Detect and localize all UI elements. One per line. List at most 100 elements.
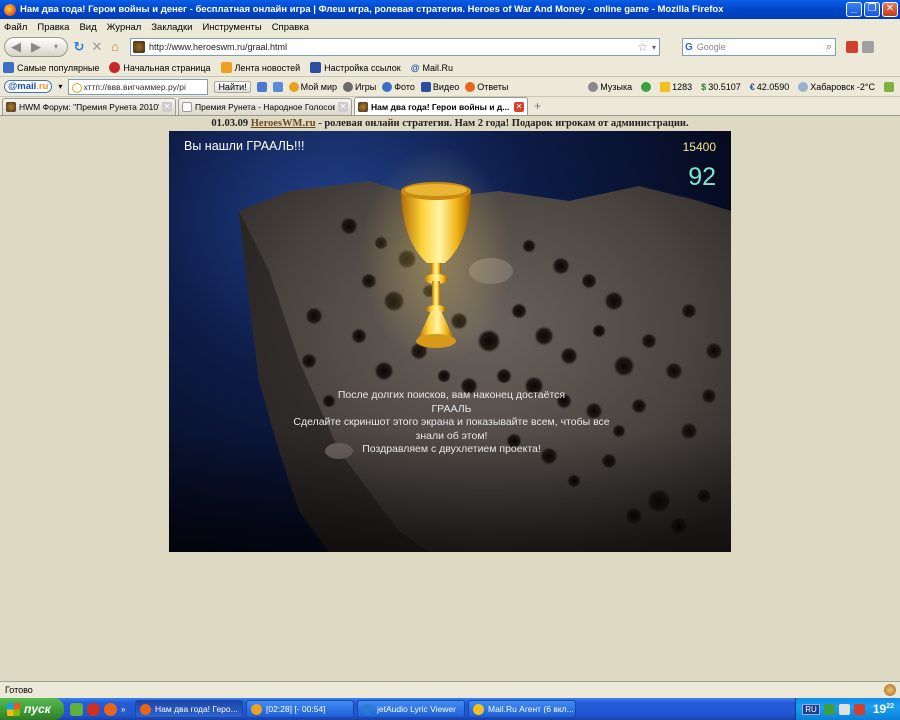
bookmark-news-feed[interactable]: Лента новостей: [220, 62, 300, 73]
new-tab-icon[interactable]: +: [530, 99, 545, 113]
bookmark-most-visited[interactable]: Самые популярные: [3, 62, 99, 73]
quicklaunch-opera-icon[interactable]: [87, 702, 100, 716]
mailru-search-input[interactable]: хттп://ввв.вигчаммер.ру/рі: [68, 78, 209, 95]
taskbar-clock: 1922: [872, 702, 894, 716]
mailru-games[interactable]: Игры: [342, 81, 376, 92]
grail-message: После долгих поисков, вам наконец достаё…: [279, 389, 624, 457]
mailru-my-world[interactable]: Мой мир: [288, 81, 337, 92]
bookmark-mailru[interactable]: @ Mail.Ru: [411, 63, 453, 73]
task-jetaudio-timer[interactable]: [02:28] [- 00:54]: [246, 700, 354, 718]
jetaudio-icon: [251, 703, 262, 715]
addon-status-icon[interactable]: [884, 684, 896, 696]
search-icon[interactable]: ⌕: [826, 41, 832, 54]
tray-volume-icon[interactable]: [838, 703, 850, 715]
mailru-weather[interactable]: Хабаровск -2°C: [798, 81, 875, 92]
lyric-viewer-icon: [362, 703, 373, 715]
stop-icon[interactable]: ✕: [90, 40, 104, 54]
page-banner: 01.03.09 HeroesWM.ru - ролевая онлайн ст…: [0, 118, 900, 129]
games-icon: [342, 81, 353, 92]
menu-view[interactable]: Вид: [79, 22, 96, 33]
maximize-button[interactable]: ❐: [864, 2, 880, 17]
menu-bar: Файл Правка Вид Журнал Закладки Инструме…: [0, 19, 900, 35]
mailru-video[interactable]: Видео: [420, 81, 459, 92]
bookmark-page-icon: [109, 62, 121, 73]
tab-bar: HWM Форум: "Премия Рунета 2010". ... ✕ П…: [0, 97, 900, 116]
my-world-icon: [288, 81, 299, 92]
status-text: Готово: [5, 685, 33, 695]
bookmark-folder-icon: [3, 62, 14, 73]
search-bar[interactable]: G Google ⌕: [682, 38, 836, 56]
video-icon: [420, 81, 431, 92]
task-firefox[interactable]: Нам два года! Геро...: [135, 700, 243, 718]
task-mailru-agent[interactable]: Mail.Ru Агент (6 вкл...: [468, 700, 576, 718]
mailru-at-icon: @: [410, 62, 420, 73]
home-icon[interactable]: ⌂: [108, 40, 122, 54]
quicklaunch-app-icon[interactable]: [70, 702, 83, 716]
mailru-dropdown-icon[interactable]: ▾: [58, 82, 62, 91]
quicklaunch-more-icon[interactable]: »: [121, 702, 129, 716]
menu-tools[interactable]: Инструменты: [202, 22, 261, 33]
menu-edit[interactable]: Правка: [37, 22, 69, 33]
back-arrow-icon[interactable]: ◀: [9, 40, 23, 54]
tab-runet-award[interactable]: Премия Рунета - Народное Голосова... ✕: [178, 98, 352, 115]
addon-icon-2[interactable]: [862, 41, 874, 53]
banner-site-link[interactable]: HeroesWM.ru: [251, 118, 316, 129]
system-tray: RU 1922: [795, 698, 900, 720]
language-indicator[interactable]: RU: [802, 703, 820, 715]
tab-close-icon[interactable]: ✕: [162, 102, 172, 112]
mailru-photo[interactable]: Фото: [382, 81, 415, 92]
banner-text: - ролевая онлайн стратегия. Нам 2 года! …: [318, 118, 689, 129]
message-line: После долгих поисков, вам наконец достаё…: [337, 389, 566, 401]
message-line: ГРААЛЬ: [431, 402, 472, 415]
mailru-music[interactable]: Музыка: [588, 81, 632, 92]
firefox-icon: [4, 3, 16, 16]
search-placeholder: Google: [696, 42, 726, 52]
euro-icon: €: [749, 81, 755, 92]
url-dropdown-icon[interactable]: ▾: [652, 43, 656, 52]
forward-arrow-icon[interactable]: ▶: [29, 40, 43, 54]
mailru-logo[interactable]: @mail.ru: [4, 80, 53, 93]
mailru-calendar-icon[interactable]: [272, 81, 283, 92]
menu-help[interactable]: Справка: [272, 22, 309, 33]
mailru-extra-icon[interactable]: [884, 81, 894, 92]
game-score: 15400: [682, 140, 716, 154]
weather-icon: [798, 81, 809, 92]
mailru-agent-icon: [473, 703, 484, 715]
bookmark-link-settings[interactable]: Настройка ссылок: [310, 62, 401, 73]
mailru-mail-count[interactable]: 1283: [660, 81, 692, 92]
mailru-find-button[interactable]: Найти!: [214, 80, 251, 93]
tray-app-icon[interactable]: [823, 703, 835, 715]
reload-icon[interactable]: ↻: [72, 40, 86, 54]
task-lyric-viewer[interactable]: jetAudio Lyric Viewer: [357, 700, 465, 718]
google-icon[interactable]: G: [685, 42, 693, 53]
music-icon: [588, 81, 599, 92]
menu-history[interactable]: Журнал: [107, 22, 142, 33]
settings-page-icon: [310, 62, 322, 73]
mailru-pencil-icon[interactable]: [256, 81, 267, 92]
history-dropdown-icon[interactable]: ▾: [49, 40, 63, 54]
minimize-button[interactable]: _: [846, 2, 862, 17]
mailru-eur-rate[interactable]: € 42.0590: [750, 82, 790, 92]
bookmark-start-page[interactable]: Начальная страница: [109, 62, 211, 73]
quicklaunch-firefox-icon[interactable]: [104, 702, 117, 716]
game-timer: 92: [688, 163, 716, 191]
address-bar[interactable]: http://www.heroeswm.ru/graal.html ☆ ▾: [130, 38, 660, 56]
tab-hwm-forum[interactable]: HWM Форум: "Премия Рунета 2010". ... ✕: [2, 98, 176, 115]
tab-heroes-graal[interactable]: Нам два года! Герои войны и д... ✕: [354, 97, 528, 115]
tab-favicon-icon: [182, 102, 192, 112]
start-button[interactable]: пуск: [0, 698, 64, 720]
tab-close-icon[interactable]: ✕: [514, 101, 524, 112]
tray-network-icon[interactable]: [853, 703, 865, 715]
answers-icon: [465, 81, 476, 92]
mailru-answers[interactable]: Ответы: [465, 81, 508, 92]
addon-icon[interactable]: [846, 41, 858, 53]
menu-bookmarks[interactable]: Закладки: [151, 22, 192, 33]
bookmark-star-icon[interactable]: ☆: [637, 40, 648, 54]
mailru-agent[interactable]: [641, 81, 652, 92]
menu-file[interactable]: Файл: [4, 22, 27, 33]
close-button[interactable]: ✕: [882, 2, 898, 17]
mailru-usd-rate[interactable]: $ 30.5107: [701, 82, 741, 92]
envelope-icon: [660, 81, 671, 92]
tab-close-icon[interactable]: ✕: [338, 102, 348, 112]
flash-game-area[interactable]: Вы нашли ГРААЛЬ!!! 15400 92 После долгих…: [169, 131, 731, 552]
